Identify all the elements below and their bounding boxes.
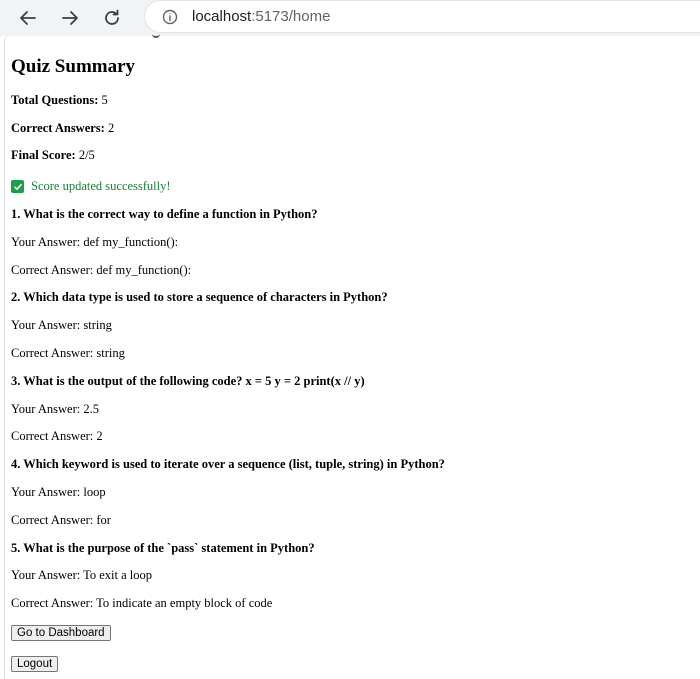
question-text: 3. What is the output of the following c… [11, 374, 365, 388]
logout-button[interactable]: Logout [11, 656, 59, 672]
address-bar[interactable]: localhost:5173/home [145, 1, 700, 32]
your-answer: Your Answer: loop [11, 485, 106, 499]
go-to-dashboard-button[interactable]: Go to Dashboard [11, 625, 111, 641]
your-answer: Your Answer: 2.5 [11, 402, 99, 416]
your-answer: Your Answer: string [11, 318, 112, 332]
status-message-text: Score updated successfully! [31, 179, 171, 193]
browser-toolbar: localhost:5173/home [0, 0, 700, 36]
correct-answer: Correct Answer: def my_function(): [11, 263, 192, 277]
page-title: Quiz Summary [11, 56, 136, 77]
correct-answer: Correct Answer: for [11, 513, 111, 527]
correct-answer: Correct Answer: To indicate an empty blo… [11, 596, 273, 610]
total-questions-label: Total Questions: [11, 93, 99, 107]
site-info-icon[interactable] [162, 9, 178, 25]
final-score: Final Score: 2/5 [11, 148, 95, 163]
correct-answers-label: Correct Answers: [11, 121, 105, 135]
correct-answer: Correct Answer: string [11, 346, 125, 360]
status-message: Score updated successfully! [11, 179, 171, 194]
your-answer: Your Answer: def my_function(): [11, 235, 179, 249]
your-answer: Your Answer: To exit a loop [11, 568, 153, 582]
url-text: localhost:5173/home [192, 8, 330, 25]
scrolled-content-fragment [152, 30, 160, 38]
check-icon [11, 180, 24, 193]
correct-answers-value: 2 [104, 121, 115, 135]
url-path: :5173/home [251, 8, 331, 25]
forward-arrow-icon[interactable] [52, 0, 88, 36]
final-score-label: Final Score: [11, 148, 76, 162]
total-questions-value: 5 [98, 93, 108, 107]
final-score-value: 2/5 [75, 148, 95, 162]
back-arrow-icon[interactable] [10, 0, 46, 36]
total-questions: Total Questions: 5 [11, 93, 108, 108]
question-text: 1. What is the correct way to define a f… [11, 207, 318, 221]
page-viewport: Quiz Summary Total Questions: 5 Correct … [4, 36, 700, 679]
question-text: 5. What is the purpose of the `pass` sta… [11, 541, 315, 555]
reload-icon[interactable] [94, 0, 130, 36]
url-host: localhost [192, 8, 252, 25]
correct-answer: Correct Answer: 2 [11, 429, 103, 443]
question-text: 2. Which data type is used to store a se… [11, 290, 388, 304]
question-text: 4. Which keyword is used to iterate over… [11, 457, 445, 471]
correct-answers: Correct Answers: 2 [11, 121, 114, 136]
